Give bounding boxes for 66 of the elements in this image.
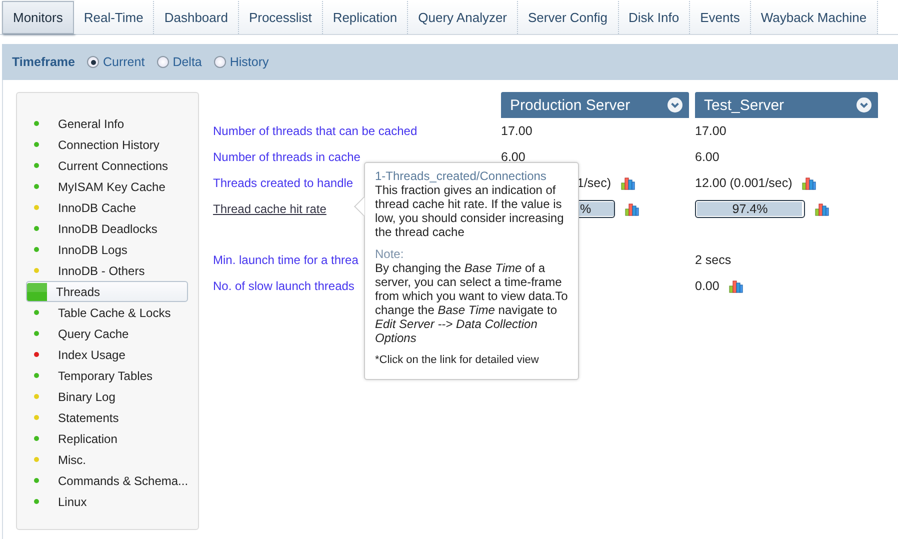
metric-link[interactable]: Thread cache hit rate [213, 202, 326, 216]
metric-value: 17.00 [695, 124, 726, 138]
sidebar-item[interactable]: Threads [26, 281, 188, 302]
sidebar-item[interactable]: Linux [26, 491, 188, 512]
metric-value: 6.00 [501, 150, 526, 164]
radio-label[interactable]: History [230, 55, 269, 69]
bar-chart-icon[interactable] [621, 176, 636, 190]
tab[interactable]: Server Config [518, 1, 618, 34]
tab[interactable]: Events [690, 1, 751, 34]
sidebar-item[interactable]: InnoDB - Others [26, 260, 188, 281]
radio-button[interactable] [87, 56, 99, 68]
sidebar-item[interactable]: InnoDB Cache [26, 197, 188, 218]
server-name: Production Server [510, 96, 630, 114]
sidebar-item[interactable]: Binary Log [26, 386, 188, 407]
sidebar-item[interactable]: Connection History [26, 134, 188, 155]
sidebar-item[interactable]: Replication [26, 428, 188, 449]
sidebar-item[interactable]: Table Cache & Locks [26, 302, 188, 323]
radio-button[interactable] [214, 56, 226, 68]
tooltip-text: This fraction gives an indication of thread cache hit rate. If the value is low, you should consider increasing the thread cache [375, 183, 565, 239]
sidebar-item[interactable]: Misc. [26, 449, 188, 470]
tab[interactable]: Wayback Machine [750, 1, 878, 34]
metric-value: 12.00 (0.001/sec) [695, 176, 792, 190]
sidebar-item[interactable]: Current Connections [26, 155, 188, 176]
tooltip-title: 1-Threads_created/Connections [375, 169, 548, 183]
bar-chart-icon[interactable] [625, 202, 639, 216]
bar-chart-icon[interactable] [729, 280, 744, 292]
bar-chart-icon[interactable] [802, 176, 816, 190]
timeframe-label: Timeframe [12, 55, 75, 69]
radio-button[interactable] [156, 56, 169, 68]
bar-chart-icon[interactable] [815, 202, 829, 216]
metric-link[interactable]: No. of slow launch threads [213, 279, 354, 293]
sidebar-item[interactable]: Temporary Tables [26, 365, 188, 386]
metric-link[interactable]: Threads created to handle [213, 176, 354, 190]
metric-value: 2 secs [695, 253, 732, 267]
sidebar-item[interactable]: InnoDB Deadlocks [26, 218, 188, 239]
tab[interactable]: Processlist [238, 1, 323, 34]
metric-link[interactable]: Number of threads in cache [213, 150, 360, 164]
sidebar-item[interactable]: Query Cache [26, 323, 188, 344]
tab[interactable]: Dashboard [154, 1, 239, 34]
progress-bar: 97.4% [695, 200, 805, 218]
metric-value: 0.00 [695, 279, 720, 293]
note-label: Note: [375, 247, 405, 261]
tab[interactable]: Monitors [2, 1, 74, 34]
tab[interactable]: Replication [322, 1, 408, 34]
metric-link[interactable]: Min. launch time for a threa [213, 253, 358, 267]
tab[interactable]: Real-Time [74, 1, 154, 34]
server-name: Test_Server [704, 96, 784, 114]
metric-value: 1/sec) [577, 176, 612, 190]
metric-value: 6.00 [695, 150, 720, 164]
sidebar-item[interactable]: Commands & Schema... [26, 470, 188, 491]
note-text: By changing the Base Time of a server, you can select a time-frame from which you want to view data.To change the Base Time navigate to Edit Server --> Data Collection Options [375, 261, 569, 345]
sidebar-item[interactable]: Index Usage [26, 344, 188, 365]
radio-label[interactable]: Current [103, 55, 145, 69]
progress-bar: % [576, 200, 615, 218]
sidebar-item[interactable]: MyISAM Key Cache [26, 176, 188, 197]
sidebar-item[interactable]: InnoDB Logs [26, 239, 188, 260]
sidebar-item[interactable]: General Info [26, 113, 188, 134]
radio-label[interactable]: Delta [172, 55, 202, 69]
metric-link[interactable]: Number of threads that can be cached [213, 124, 418, 138]
tooltip-hint: *Click on the link for detailed view [375, 353, 540, 367]
dropdown-icon[interactable] [667, 97, 683, 113]
dropdown-icon[interactable] [856, 97, 872, 113]
tab[interactable]: Query Analyzer [408, 1, 518, 34]
metric-value: 17.00 [501, 124, 532, 138]
sidebar-item[interactable]: Statements [26, 407, 188, 428]
tab[interactable]: Disk Info [618, 1, 690, 34]
